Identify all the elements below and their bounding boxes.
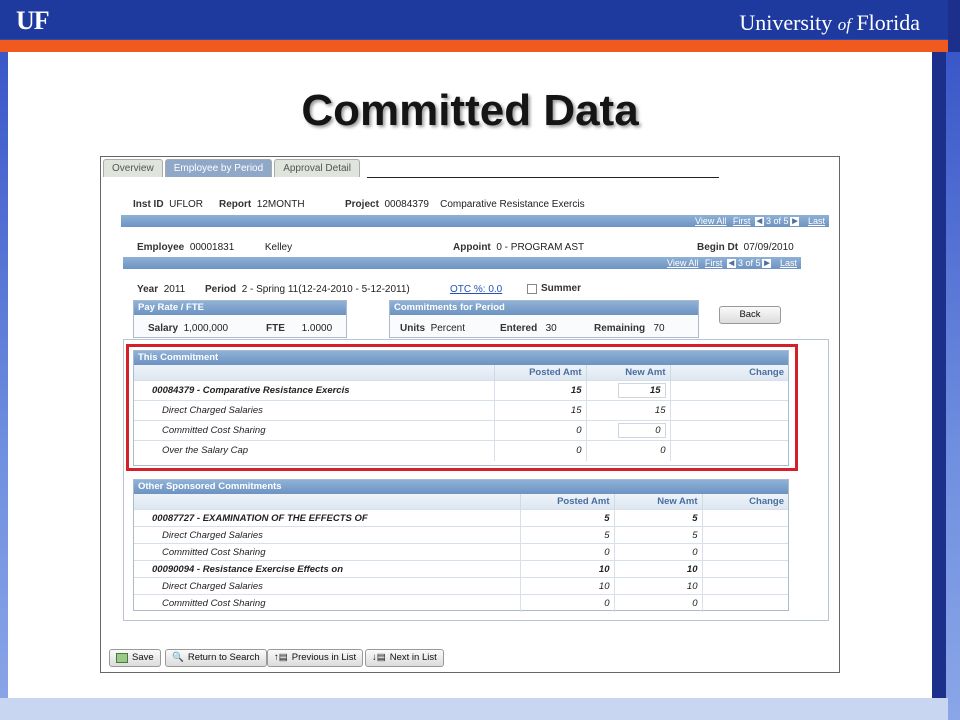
- university-wordmark: University of Florida: [739, 10, 920, 35]
- table-row: 00090094 - Resistance Exercise Effects o…: [134, 560, 788, 578]
- uf-logo: UF: [16, 6, 50, 35]
- report-field: Report 12MONTH: [219, 199, 305, 210]
- summer-checkbox[interactable]: [527, 283, 537, 294]
- left-border: [0, 52, 8, 720]
- prev-arrow-icon[interactable]: ◀: [754, 217, 764, 227]
- tab-overview[interactable]: Overview: [103, 159, 163, 177]
- next-arrow-icon[interactable]: ▶: [762, 259, 772, 269]
- nav-counter: 3 of 5: [765, 216, 789, 226]
- commitments-period-title: Commitments for Period: [390, 301, 698, 315]
- first-link[interactable]: First: [733, 216, 751, 226]
- project-nav-bar: View All First ◀ 3 of 5 ▶ Last: [121, 215, 829, 227]
- uf-header-bar: UF University of Florida: [0, 0, 948, 40]
- col-new-amt: New Amt: [585, 365, 670, 381]
- peoplesoft-page: Overview Employee by Period Approval Det…: [100, 156, 840, 673]
- pay-rate-title: Pay Rate / FTE: [134, 301, 346, 315]
- previous-in-list-button[interactable]: ↑▤ Previous in List: [267, 649, 364, 667]
- pay-rate-box: Pay Rate / FTE Salary 1,000,000 FTE 1.00…: [133, 300, 347, 338]
- fte-field: FTE 1.0000: [266, 323, 333, 334]
- save-button[interactable]: Save: [109, 649, 161, 667]
- other-commitments-table: Posted Amt New Amt Change 00087727 - EXA…: [134, 494, 788, 612]
- previous-icon: ↑▤: [274, 652, 288, 663]
- tab-approval-detail[interactable]: Approval Detail: [274, 159, 360, 177]
- view-all-link-2[interactable]: View All: [667, 258, 698, 268]
- otc-link[interactable]: OTC %: 0.0: [450, 284, 502, 295]
- table-row: Direct Charged Salaries 10 10: [134, 577, 788, 595]
- year-field: Year 2011: [137, 284, 186, 295]
- last-link-2[interactable]: Last: [780, 258, 797, 268]
- col-posted-amt: Posted Amt: [519, 494, 614, 510]
- table-row: Committed Cost Sharing 0 0: [134, 420, 788, 441]
- other-commitments-title: Other Sponsored Commitments: [134, 480, 788, 494]
- col-posted-amt: Posted Amt: [493, 365, 586, 381]
- col-change: Change: [669, 365, 788, 381]
- return-to-search-button[interactable]: 🔍 Return to Search: [165, 649, 267, 667]
- table-row: Committed Cost Sharing 0 0: [134, 543, 788, 561]
- cost-sharing-input[interactable]: 0: [617, 423, 666, 438]
- last-link[interactable]: Last: [808, 216, 825, 226]
- this-commitment-table: Posted Amt New Amt Change 00084379 - Com…: [134, 365, 788, 461]
- page-tabs: Overview Employee by Period Approval Det…: [103, 159, 362, 177]
- new-amt-input[interactable]: 15: [617, 383, 666, 398]
- table-row: Over the Salary Cap 0 0: [134, 440, 788, 461]
- commitments-period-box: Commitments for Period Units Percent Ent…: [389, 300, 699, 338]
- appoint-field: Appoint 0 - PROGRAM AST: [453, 242, 585, 253]
- begin-date-field: Begin Dt 07/09/2010: [697, 242, 794, 253]
- units-field: Units Percent: [400, 323, 466, 334]
- period-field: Period 2 - Spring 11(12-24-2010 - 5-12-2…: [205, 284, 410, 295]
- bottom-border: [0, 698, 948, 720]
- next-in-list-button[interactable]: ↓▤ Next in List: [365, 649, 444, 667]
- salary-field: Salary 1,000,000: [148, 323, 229, 334]
- employee-field: Employee 00001831 Kelley: [137, 242, 293, 253]
- tab-employee-by-period[interactable]: Employee by Period: [164, 159, 273, 177]
- inst-id-field: Inst ID UFLOR: [133, 199, 204, 210]
- summer-checkbox-row: Summer: [527, 283, 581, 294]
- col-change: Change: [701, 494, 788, 510]
- table-row: Direct Charged Salaries 15 15: [134, 400, 788, 421]
- tab-underline: [367, 177, 719, 178]
- prev-arrow-icon[interactable]: ◀: [726, 259, 736, 269]
- next-icon: ↓▤: [372, 652, 386, 663]
- this-commitment-panel: This Commitment Posted Amt New Amt Chang…: [133, 350, 789, 466]
- first-link-2[interactable]: First: [705, 258, 723, 268]
- this-commitment-title: This Commitment: [134, 351, 788, 365]
- col-new-amt: New Amt: [613, 494, 702, 510]
- nav-counter-2: 3 of 5: [737, 258, 761, 268]
- table-row: Direct Charged Salaries 5 5: [134, 526, 788, 544]
- right-border: [946, 52, 960, 720]
- uf-orange-stripe: [0, 40, 948, 52]
- other-commitments-rows: 00087727 - EXAMINATION OF THE EFFECTS OF…: [134, 509, 788, 612]
- remaining-field: Remaining 70: [594, 323, 665, 334]
- back-button[interactable]: Back: [719, 306, 781, 324]
- view-all-link[interactable]: View All: [695, 216, 726, 226]
- project-field: Project 00084379 Comparative Resistance …: [345, 199, 585, 210]
- save-icon: [116, 653, 128, 663]
- search-icon: 🔍: [172, 652, 184, 663]
- entered-field: Entered 30: [500, 323, 557, 334]
- slide-title: Committed Data: [301, 86, 639, 135]
- period-nav-bar: View All First ◀ 3 of 5 ▶ Last: [123, 257, 801, 269]
- table-row: 00084379 - Comparative Resistance Exerci…: [134, 380, 788, 401]
- table-row: 00087727 - EXAMINATION OF THE EFFECTS OF…: [134, 509, 788, 527]
- next-arrow-icon[interactable]: ▶: [790, 217, 800, 227]
- table-row: Committed Cost Sharing 0 0: [134, 594, 788, 612]
- other-commitments-panel: Other Sponsored Commitments Posted Amt N…: [133, 479, 789, 612]
